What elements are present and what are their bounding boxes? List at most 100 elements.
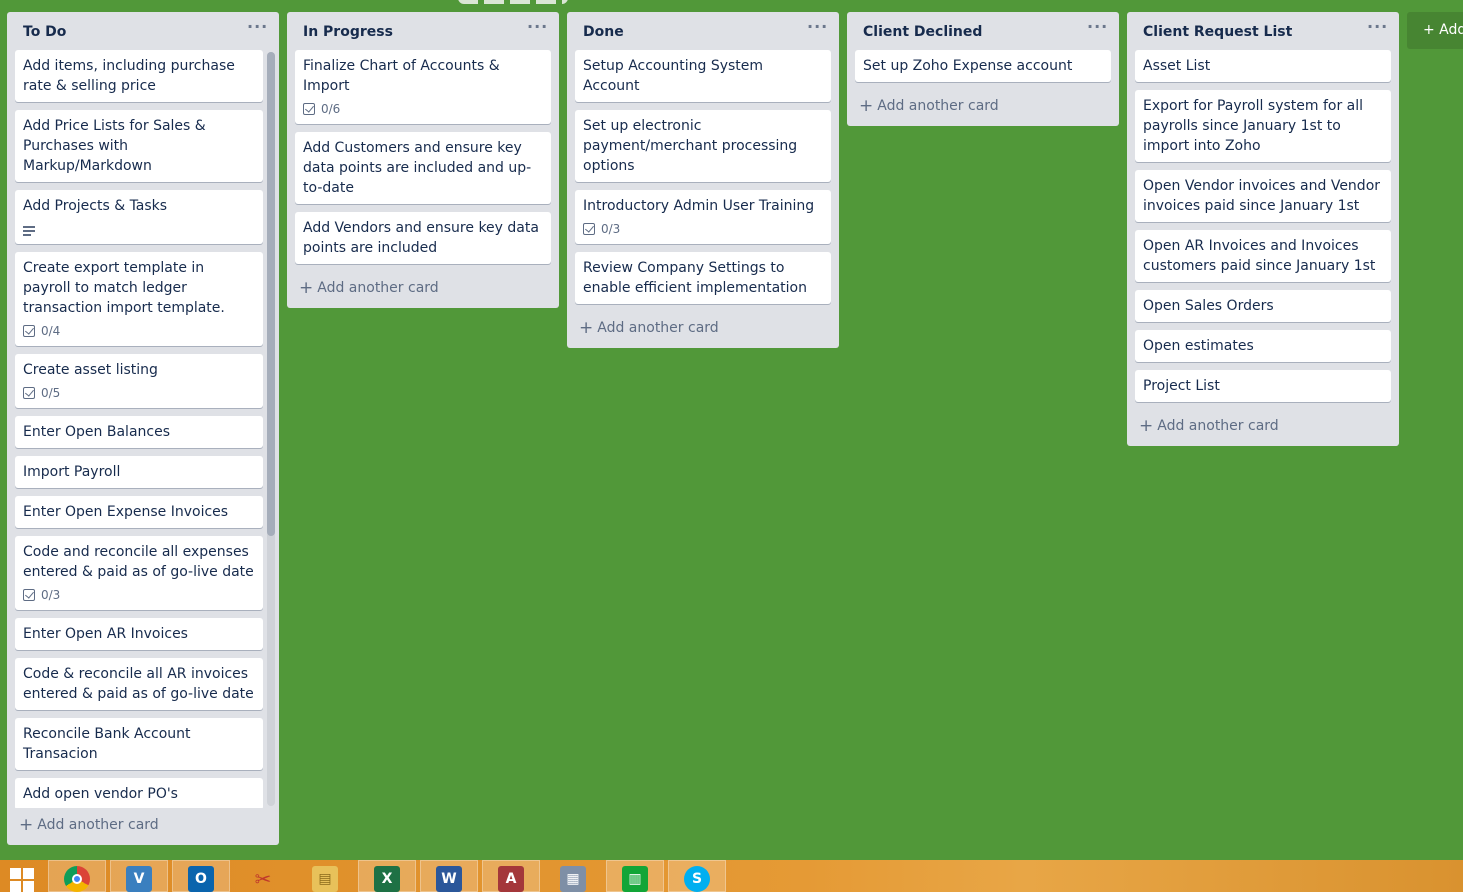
add-card-label: Add another card: [37, 817, 159, 833]
card[interactable]: Create export template in payroll to mat…: [15, 252, 263, 346]
list-header[interactable]: Client Declined ···: [847, 12, 1119, 50]
card-title: Add open vendor PO's: [23, 786, 178, 802]
chrome-icon: [64, 866, 90, 892]
card[interactable]: Introductory Admin User Training 0/3: [575, 190, 831, 244]
card[interactable]: Enter Open Balances: [15, 416, 263, 448]
taskbar-app[interactable]: A: [482, 860, 540, 892]
card[interactable]: Review Company Settings to enable effici…: [575, 252, 831, 304]
card-title: Add items, including purchase rate & sel…: [23, 58, 235, 94]
card[interactable]: Finalize Chart of Accounts & Import 0/6: [295, 50, 551, 124]
checklist-icon: [23, 387, 35, 399]
list-header[interactable]: Done ···: [567, 12, 839, 50]
checklist-count: 0/3: [601, 222, 621, 236]
card[interactable]: Add Projects & Tasks: [15, 190, 263, 244]
add-card-label: Add another card: [597, 320, 719, 336]
list-scrollbar-thumb[interactable]: [267, 52, 275, 536]
add-card-label: Add another card: [317, 280, 439, 296]
list-menu-icon[interactable]: ···: [1367, 19, 1387, 38]
list-title[interactable]: To Do: [23, 24, 66, 40]
list-header[interactable]: Client Request List ···: [1127, 12, 1399, 50]
list-menu-icon[interactable]: ···: [247, 19, 267, 38]
list-menu-icon[interactable]: ···: [807, 19, 827, 38]
building-app-icon: ▥: [622, 866, 648, 892]
card-title: Add Customers and ensure key data points…: [303, 140, 532, 196]
card[interactable]: Open estimates: [1135, 330, 1391, 362]
visio-icon: V: [126, 866, 152, 892]
card[interactable]: Project List: [1135, 370, 1391, 402]
checklist-count: 0/3: [41, 588, 61, 602]
taskbar-app[interactable]: O: [172, 860, 230, 892]
add-card-button[interactable]: + Add another card: [1127, 410, 1399, 446]
checklist-count: 0/4: [41, 324, 61, 338]
card[interactable]: Import Payroll: [15, 456, 263, 488]
checklist-badge: 0/6: [303, 99, 543, 119]
start-button[interactable]: [0, 860, 44, 892]
list-client-declined: Client Declined ··· Set up Zoho Expense …: [847, 12, 1119, 126]
board-title-fragment: [458, 0, 568, 4]
add-card-label: Add another card: [1157, 418, 1279, 434]
list-title[interactable]: Client Request List: [1143, 24, 1292, 40]
skype-icon: S: [684, 866, 710, 892]
card[interactable]: Open Vendor invoices and Vendor invoices…: [1135, 170, 1391, 222]
card-title: Create asset listing: [23, 362, 158, 378]
card[interactable]: Add Price Lists for Sales & Purchases wi…: [15, 110, 263, 182]
card[interactable]: Set up Zoho Expense account: [855, 50, 1111, 82]
card[interactable]: Set up electronic payment/merchant proce…: [575, 110, 831, 182]
card[interactable]: Add items, including purchase rate & sel…: [15, 50, 263, 102]
list-header[interactable]: To Do ···: [7, 12, 279, 50]
list-scrollbar[interactable]: [267, 52, 275, 806]
plus-icon: +: [299, 278, 314, 298]
list-client-request-list: Client Request List ··· Asset List Expor…: [1127, 12, 1399, 446]
plus-icon: +: [19, 815, 34, 835]
card[interactable]: Code and reconcile all expenses entered …: [15, 536, 263, 610]
list-title[interactable]: Client Declined: [863, 24, 982, 40]
card[interactable]: Open AR Invoices and Invoices customers …: [1135, 230, 1391, 282]
taskbar-app[interactable]: ▥: [606, 860, 664, 892]
card-badges: [23, 219, 255, 239]
add-card-button[interactable]: + Add another card: [287, 272, 559, 308]
card-title: Open Sales Orders: [1143, 298, 1274, 314]
card[interactable]: Add Customers and ensure key data points…: [295, 132, 551, 204]
card-title: Import Payroll: [23, 464, 121, 480]
word-icon: W: [436, 866, 462, 892]
add-list-button[interactable]: + Add: [1407, 12, 1463, 49]
card[interactable]: Code & reconcile all AR invoices entered…: [15, 658, 263, 710]
calculator-icon: ▦: [560, 866, 586, 892]
card[interactable]: Enter Open AR Invoices: [15, 618, 263, 650]
file-explorer-icon: ▤: [312, 866, 338, 892]
taskbar-app[interactable]: ▦: [544, 860, 602, 892]
card[interactable]: Open Sales Orders: [1135, 290, 1391, 322]
card[interactable]: Export for Payroll system for all payrol…: [1135, 90, 1391, 162]
list-title[interactable]: Done: [583, 24, 624, 40]
list-to-do: To Do ··· Add items, including purchase …: [7, 12, 279, 845]
taskbar-app[interactable]: S: [668, 860, 726, 892]
taskbar-app[interactable]: ✂: [234, 860, 292, 892]
card-title: Reconcile Bank Account Transacion: [23, 726, 191, 762]
checklist-icon: [23, 589, 35, 601]
card[interactable]: Asset List: [1135, 50, 1391, 82]
list-menu-icon[interactable]: ···: [527, 19, 547, 38]
card-title: Enter Open Expense Invoices: [23, 504, 229, 520]
taskbar-app[interactable]: X: [358, 860, 416, 892]
card[interactable]: Create asset listing 0/5: [15, 354, 263, 408]
taskbar-app[interactable]: [48, 860, 106, 892]
list-title[interactable]: In Progress: [303, 24, 393, 40]
add-card-button[interactable]: + Add another card: [567, 312, 839, 348]
card[interactable]: Add Vendors and ensure key data points a…: [295, 212, 551, 264]
card[interactable]: Setup Accounting System Account: [575, 50, 831, 102]
taskbar: V O ✂ ▤ X W A ▦ ▥ S: [0, 860, 1463, 892]
list-in-progress: In Progress ··· Finalize Chart of Accoun…: [287, 12, 559, 308]
list-header[interactable]: In Progress ···: [287, 12, 559, 50]
card[interactable]: Enter Open Expense Invoices: [15, 496, 263, 528]
card[interactable]: Add open vendor PO's: [15, 778, 263, 808]
list-menu-icon[interactable]: ···: [1087, 19, 1107, 38]
checklist-badge: 0/3: [583, 219, 823, 239]
card[interactable]: Reconcile Bank Account Transacion: [15, 718, 263, 770]
taskbar-app[interactable]: V: [110, 860, 168, 892]
taskbar-app[interactable]: W: [420, 860, 478, 892]
taskbar-app[interactable]: ▤: [296, 860, 354, 892]
add-card-button[interactable]: + Add another card: [7, 809, 159, 845]
card-title: Export for Payroll system for all payrol…: [1143, 98, 1364, 154]
checklist-icon: [303, 103, 315, 115]
add-card-button[interactable]: + Add another card: [847, 90, 1119, 126]
